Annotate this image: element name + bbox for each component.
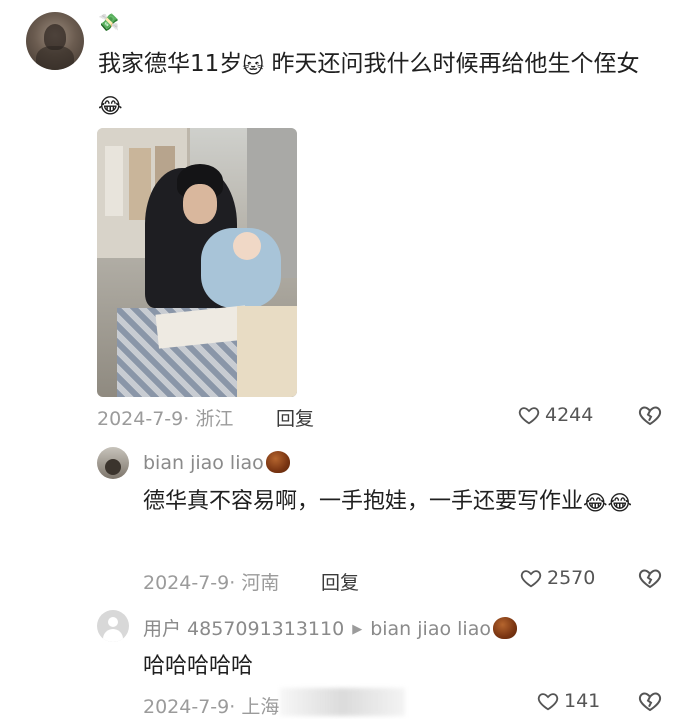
- post-author-avatar[interactable]: [26, 12, 84, 70]
- comment1-dislike-button[interactable]: [638, 566, 662, 594]
- laugh-cry-emoji-icon: 😂😂: [583, 491, 633, 515]
- comment2-like-count: 141: [564, 690, 601, 712]
- post-text-part1: 我家德华11岁: [98, 51, 243, 77]
- comment2-username[interactable]: 用户 4857091313110: [143, 618, 344, 640]
- comment1-date: 2024-7-9: [143, 572, 230, 594]
- post-image[interactable]: [97, 128, 297, 397]
- post-reply-button[interactable]: 回复: [276, 404, 314, 431]
- comment1-like-button[interactable]: 2570: [520, 567, 595, 589]
- comment2-dislike-button[interactable]: [638, 689, 662, 717]
- post-text: 我家德华11岁🐱 昨天还问我什么时候再给他生个侄女 😂: [98, 45, 658, 125]
- comment2-text: 哈哈哈哈哈: [143, 654, 254, 679]
- comment2-header: 用户 4857091313110 ▶ bian jiao liao: [143, 614, 517, 641]
- post-text-part2: 昨天还问我什么时候再给他生个侄女: [264, 51, 640, 77]
- comment2-date: 2024-7-9: [143, 696, 230, 718]
- post-date: 2024-7-9: [97, 408, 184, 430]
- post-like-count: 4244: [545, 404, 594, 426]
- heart-outline-icon: [520, 570, 542, 588]
- triangle-right-icon: ▶: [352, 622, 363, 637]
- post-meta: 2024-7-9· 浙江: [97, 404, 233, 431]
- post-like-button[interactable]: 4244: [518, 404, 593, 426]
- comment2-meta: 2024-7-9· 上海: [143, 692, 279, 719]
- cat-emoji-icon: 🐱: [242, 54, 265, 78]
- comment2-reply-to[interactable]: bian jiao liao: [370, 618, 491, 640]
- laugh-cry-emoji-icon: 😂: [98, 94, 123, 118]
- chestnut-icon: [492, 617, 517, 639]
- post-dislike-button[interactable]: [638, 403, 662, 431]
- comment1-username[interactable]: bian jiao liao: [143, 451, 290, 474]
- comment1-location: · 河南: [229, 572, 280, 594]
- comment2-like-button[interactable]: 141: [537, 690, 600, 712]
- comment1-username-text: bian jiao liao: [143, 452, 264, 474]
- comment2-location: · 上海: [229, 696, 280, 718]
- heart-outline-icon: [518, 407, 540, 425]
- broken-heart-icon: [638, 692, 662, 712]
- post-location: · 浙江: [183, 408, 234, 430]
- comment1-like-count: 2570: [547, 567, 596, 589]
- comment1-meta: 2024-7-9· 河南: [143, 568, 279, 595]
- comment2-avatar[interactable]: [97, 610, 129, 642]
- money-badge-icon: 💸: [98, 13, 120, 33]
- broken-heart-icon: [638, 406, 662, 426]
- comment1-avatar[interactable]: [97, 447, 129, 479]
- heart-outline-icon: [537, 693, 559, 711]
- comment1-reply-button[interactable]: 回复: [321, 568, 359, 595]
- chestnut-icon: [265, 451, 290, 473]
- comment1-text-body: 德华真不容易啊，一手抱娃，一手还要写作业: [143, 489, 584, 514]
- watermark-blur: [280, 688, 405, 716]
- broken-heart-icon: [638, 569, 662, 589]
- comment1-text: 德华真不容易啊，一手抱娃，一手还要写作业😂😂: [143, 483, 673, 522]
